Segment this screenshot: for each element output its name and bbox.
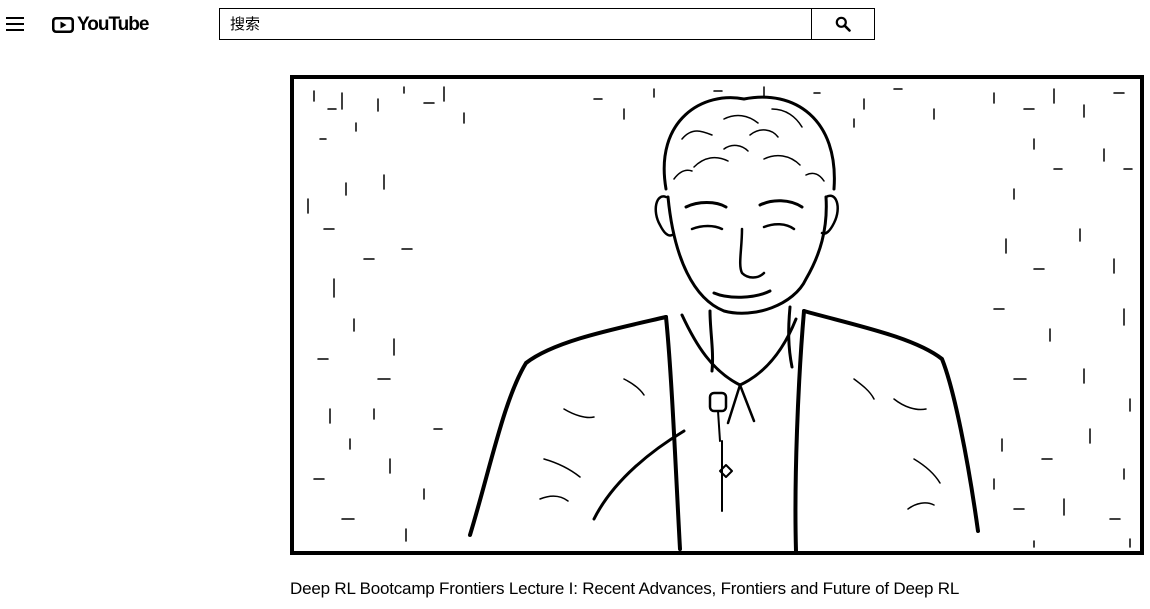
menu-button[interactable]	[4, 14, 26, 34]
video-player[interactable]	[290, 75, 1144, 555]
search-button[interactable]	[811, 9, 875, 39]
video-frame	[307, 86, 1133, 551]
video-title: Deep RL Bootcamp Frontiers Lecture I: Re…	[290, 579, 960, 598]
search-input[interactable]	[220, 9, 820, 39]
search-bar	[219, 8, 875, 40]
hamburger-menu-icon	[6, 17, 24, 19]
youtube-logo[interactable]: YouTube	[51, 14, 149, 36]
logo-text: YouTube	[77, 14, 149, 35]
youtube-play-icon	[52, 17, 74, 33]
search-icon	[835, 16, 851, 32]
